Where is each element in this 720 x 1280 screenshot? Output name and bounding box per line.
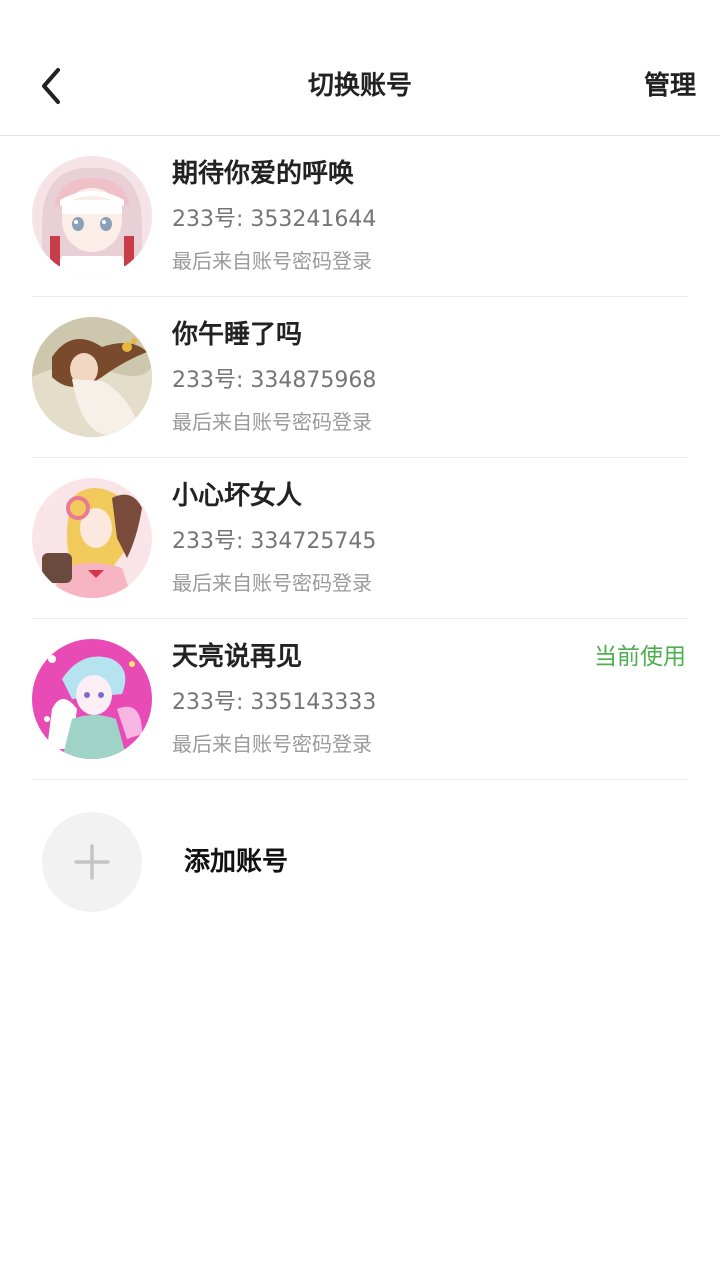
chevron-left-icon [42,68,60,104]
avatar [32,317,152,437]
back-button[interactable] [24,60,76,112]
avatar [32,639,152,759]
top-bar: 切换账号 管理 [0,0,720,136]
login-method-text: 最后来自账号密码登录 [172,571,372,595]
add-account-label: 添加账号 [184,847,289,877]
account-name: 小心坏女人 [172,481,303,511]
login-method-text: 最后来自账号密码登录 [172,732,372,756]
avatar [32,156,152,276]
avatar [32,478,152,598]
account-name: 期待你爱的呼唤 [172,159,355,189]
login-method-text: 最后来自账号密码登录 [172,410,372,434]
account-name: 你午睡了吗 [172,320,303,350]
manage-button[interactable]: 管理 [644,68,696,104]
account-id: 233号: 334725745 [172,529,377,554]
account-item[interactable]: 期待你爱的呼唤 233号: 353241644 最后来自账号密码登录 [32,136,688,297]
account-list: 期待你爱的呼唤 233号: 353241644 最后来自账号密码登录 你午睡了吗… [0,136,720,780]
account-id: 233号: 334875968 [172,368,377,393]
account-id: 233号: 353241644 [172,207,377,232]
page-title: 切换账号 [307,71,412,101]
switch-account-screen: 切换账号 管理 期待你爱的呼唤 233号: 353241644 最后来自账号密码… [0,0,720,1280]
add-account-circle [42,812,142,912]
current-account-badge: 当前使用 [594,644,686,670]
account-item[interactable]: 天亮说再见 当前使用 233号: 335143333 最后来自账号密码登录 [32,619,688,780]
account-id: 233号: 335143333 [172,690,377,715]
account-item[interactable]: 你午睡了吗 233号: 334875968 最后来自账号密码登录 [32,297,688,458]
account-item[interactable]: 小心坏女人 233号: 334725745 最后来自账号密码登录 [32,458,688,619]
plus-icon [74,844,110,880]
add-account-button[interactable]: 添加账号 [42,812,442,912]
login-method-text: 最后来自账号密码登录 [172,249,372,273]
account-name: 天亮说再见 [172,642,303,672]
